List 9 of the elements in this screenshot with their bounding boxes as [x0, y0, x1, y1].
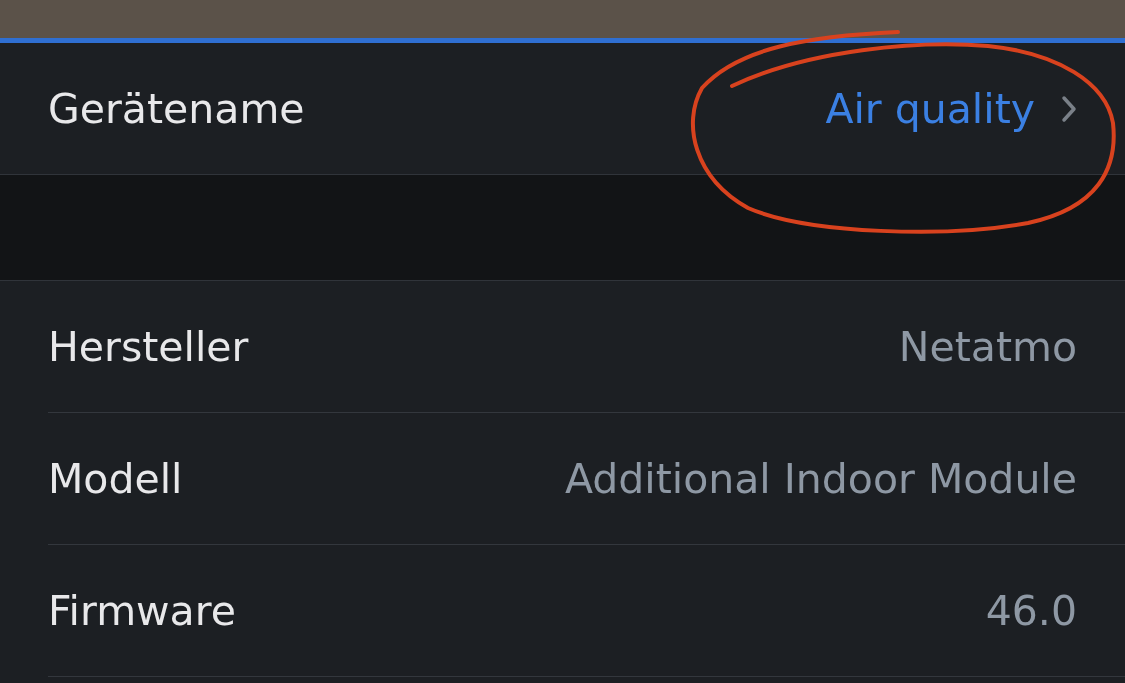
- row-label: Firmware: [48, 586, 236, 635]
- row-label: Gerätename: [48, 84, 305, 133]
- chevron-right-icon: [1061, 94, 1077, 123]
- row-label: Modell: [48, 454, 183, 503]
- row-value: 46.0: [985, 586, 1077, 635]
- row-label: Hersteller: [48, 322, 249, 371]
- device-name-link[interactable]: Air quality: [825, 84, 1077, 133]
- row-value: Netatmo: [898, 322, 1077, 371]
- row-value: Additional Indoor Module: [564, 454, 1077, 503]
